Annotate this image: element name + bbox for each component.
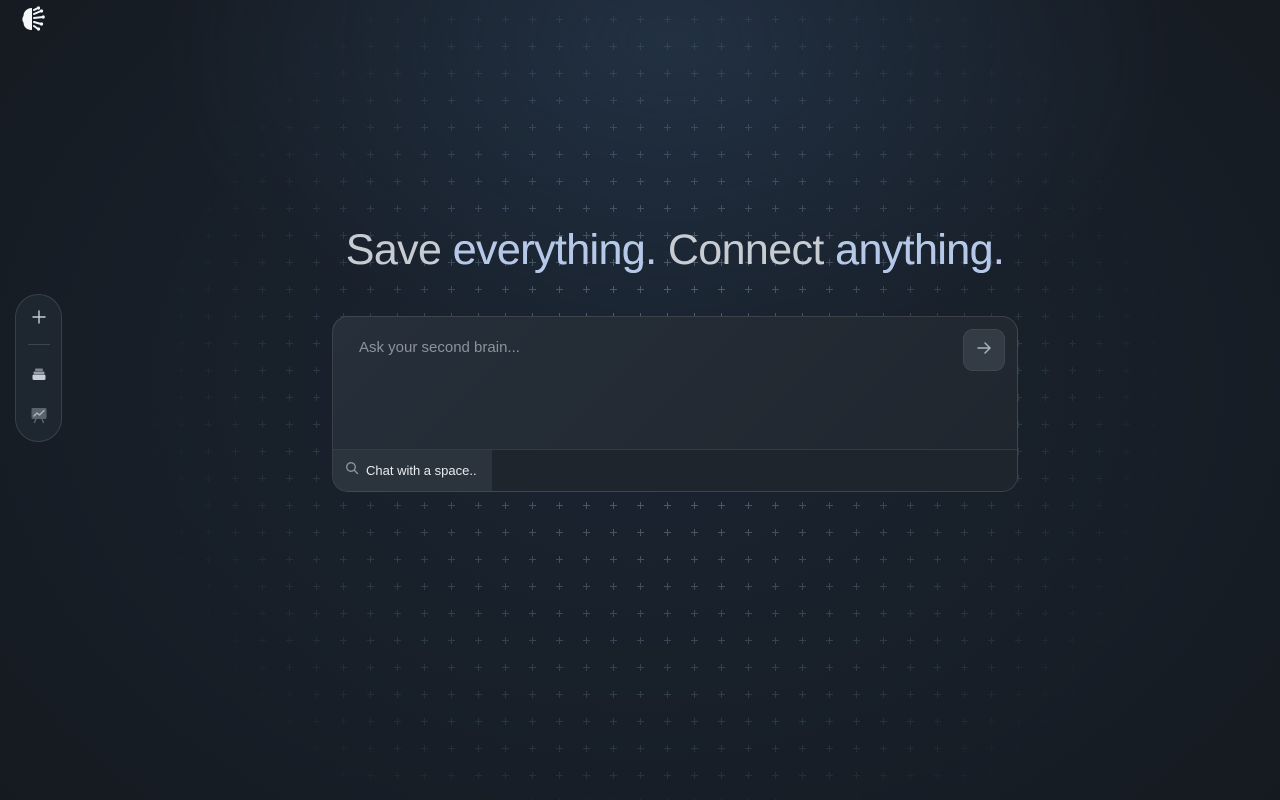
space-picker-button[interactable]: Chat with a space.. [333, 450, 492, 491]
hero-text-save: Save [345, 226, 453, 274]
search-icon [345, 461, 359, 480]
chat-box: Chat with a space.. [332, 316, 1018, 492]
hero-text-everything: everything. [452, 226, 657, 274]
brain-logo-icon[interactable] [21, 6, 45, 32]
hero-text-anything: anything. [835, 226, 1005, 274]
canvas-button[interactable] [24, 402, 54, 432]
space-picker-label: Chat with a space.. [366, 463, 477, 478]
sidebar [15, 294, 62, 442]
add-button[interactable] [24, 304, 54, 334]
sidebar-divider [28, 344, 50, 345]
chat-input[interactable] [333, 317, 953, 449]
memories-button[interactable] [24, 361, 54, 391]
plus-icon [31, 309, 47, 330]
send-button[interactable] [963, 329, 1005, 371]
hero-text-connect: Connect [656, 226, 836, 274]
hero-headline: Save everything. Connect anything. [0, 226, 1280, 275]
chat-footer: Chat with a space.. [333, 449, 1017, 491]
chart-board-icon [30, 406, 48, 429]
arrow-right-icon [975, 339, 993, 362]
stack-icon [31, 366, 47, 387]
